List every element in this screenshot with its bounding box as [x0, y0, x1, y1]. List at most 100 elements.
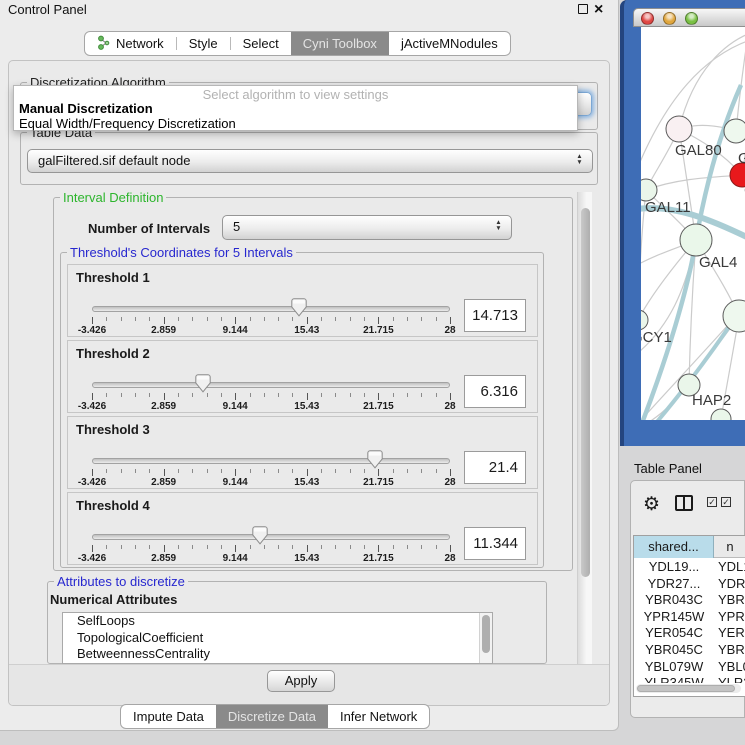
network-node[interactable] — [680, 224, 712, 256]
cell-shared-name[interactable]: YLR345W — [634, 675, 714, 683]
tick-mark — [450, 545, 451, 552]
tab-cyni-toolbox[interactable]: Cyni Toolbox — [291, 32, 389, 55]
close-icon[interactable]: × — [594, 0, 603, 19]
slider-handle[interactable] — [195, 374, 211, 393]
tick-mark — [436, 545, 437, 549]
checkbox-icon[interactable]: ✓ — [721, 497, 731, 507]
table-row[interactable]: YBR043CYBR0 — [634, 592, 745, 609]
tick-label: -3.426 — [78, 325, 106, 336]
cell-shared-name[interactable]: YPR145W — [634, 609, 714, 626]
minimize-traffic-light-icon[interactable] — [663, 12, 676, 25]
cell-name[interactable]: YDR2 — [714, 576, 745, 593]
cell-name[interactable]: YLR3 — [714, 675, 745, 683]
cell-shared-name[interactable]: YBL079W — [634, 659, 714, 676]
tab-style[interactable]: Style — [177, 32, 230, 55]
table-data-combobox[interactable]: galFiltered.sif default node ▲▼ — [27, 149, 593, 173]
tick-mark — [192, 469, 193, 473]
tick-mark — [321, 393, 322, 397]
tab-network[interactable]: Network — [85, 32, 176, 55]
network-node[interactable] — [641, 310, 648, 330]
zoom-traffic-light-icon[interactable] — [685, 12, 698, 25]
dropdown-option-manual[interactable]: Manual Discretization — [14, 101, 577, 116]
cell-shared-name[interactable]: YBR043C — [634, 592, 714, 609]
tick-mark — [364, 393, 365, 397]
cell-shared-name[interactable]: YBR045C — [634, 642, 714, 659]
dropdown-option-equal-width[interactable]: Equal Width/Frequency Discretization — [14, 116, 577, 131]
tab-label: jActiveMNodules — [401, 36, 498, 51]
tick-mark — [121, 545, 122, 549]
tab-jactivemnodules[interactable]: jActiveMNodules — [389, 32, 510, 55]
numerical-attributes-list[interactable]: SelfLoopsTopologicalCoefficientBetweenne… — [62, 612, 493, 664]
cell-shared-name[interactable]: YDL19... — [634, 559, 714, 576]
checkbox-icon[interactable]: ✓ — [707, 497, 717, 507]
gear-icon[interactable]: ⚙ — [643, 493, 660, 516]
settings-scrollbar[interactable] — [577, 192, 592, 664]
split-columns-icon[interactable] — [675, 495, 693, 511]
network-node[interactable] — [724, 119, 745, 143]
control-panel-titlebar: Control Panel × — [0, 0, 619, 19]
slider-handle[interactable] — [252, 526, 268, 545]
float-window-icon[interactable] — [578, 4, 588, 14]
cell-name[interactable]: YBL0 — [714, 659, 745, 676]
slider-track[interactable] — [92, 458, 450, 464]
horizontal-scrollbar[interactable] — [636, 684, 741, 693]
tick-mark — [450, 317, 451, 324]
tick-mark — [292, 393, 293, 397]
tick-mark — [321, 317, 322, 321]
threshold-value-field[interactable]: 6.316 — [464, 375, 526, 408]
slider-handle[interactable] — [291, 298, 307, 317]
cell-name[interactable]: YER0 — [714, 625, 745, 642]
slider-track[interactable] — [92, 306, 450, 312]
table-row[interactable]: YDL19...YDL1 — [634, 559, 745, 576]
tick-mark — [350, 393, 351, 397]
scrollbar-thumb[interactable] — [637, 685, 735, 692]
attribute-list-item[interactable]: TopologicalCoefficient — [63, 630, 492, 647]
threshold-value-field[interactable]: 11.344 — [464, 527, 526, 560]
table-row[interactable]: YBR045CYBR0 — [634, 642, 745, 659]
slider-handle[interactable] — [367, 450, 383, 469]
scrollbar-thumb[interactable] — [482, 615, 490, 653]
attribute-list-item[interactable]: SelfLoops — [63, 613, 492, 630]
close-traffic-light-icon[interactable] — [641, 12, 654, 25]
tick-mark — [436, 393, 437, 397]
table-row[interactable]: YLR345WYLR3 — [634, 675, 745, 683]
scrollbar-thumb[interactable] — [581, 208, 590, 577]
cell-name[interactable]: YBR0 — [714, 642, 745, 659]
tab-select[interactable]: Select — [231, 32, 291, 55]
table-row[interactable]: YBL079WYBL0 — [634, 659, 745, 676]
node-table[interactable]: shared... n YDL19...YDL1YDR27...YDR2YBR0… — [633, 535, 745, 697]
slider-track[interactable] — [92, 382, 450, 388]
tick-mark — [164, 393, 165, 400]
tab-impute-data[interactable]: Impute Data — [121, 705, 216, 728]
table-row[interactable]: YDR27...YDR2 — [634, 576, 745, 593]
cell-name[interactable]: YDL1 — [714, 559, 745, 576]
node-label: GCY1 — [641, 329, 672, 346]
tab-infer-network[interactable]: Infer Network — [328, 705, 429, 728]
slider-track[interactable] — [92, 534, 450, 540]
number-of-intervals-combobox[interactable]: 5 ▲▼ — [222, 215, 512, 240]
column-header-name[interactable]: n — [714, 536, 745, 558]
network-canvas[interactable]: GAL80GCGAL11GAL4GCY1HHAP2 — [641, 27, 745, 420]
tick-mark — [149, 469, 150, 473]
tick-mark — [335, 393, 336, 397]
attribute-list-item[interactable]: BetweennessCentrality — [63, 646, 492, 663]
tick-label: 28 — [444, 553, 455, 564]
tab-discretize-data[interactable]: Discretize Data — [216, 705, 328, 728]
cell-shared-name[interactable]: YDR27... — [634, 576, 714, 593]
tick-label: 28 — [444, 401, 455, 412]
cell-shared-name[interactable]: YER054C — [634, 625, 714, 642]
threshold-value-field[interactable]: 14.713 — [464, 299, 526, 332]
apply-button[interactable]: Apply — [267, 670, 335, 692]
column-header-shared-name[interactable]: shared... — [634, 536, 714, 558]
threshold-value-field[interactable]: 21.4 — [464, 451, 526, 484]
tick-mark — [235, 317, 236, 324]
list-scrollbar[interactable] — [479, 613, 492, 664]
network-node[interactable] — [711, 409, 731, 420]
cell-name[interactable]: YPR1 — [714, 609, 745, 626]
table-row[interactable]: YER054CYER0 — [634, 625, 745, 642]
tick-mark — [106, 545, 107, 549]
network-node[interactable] — [666, 116, 692, 142]
table-row[interactable]: YPR145WYPR1 — [634, 609, 745, 626]
tick-mark — [321, 469, 322, 473]
cell-name[interactable]: YBR0 — [714, 592, 745, 609]
